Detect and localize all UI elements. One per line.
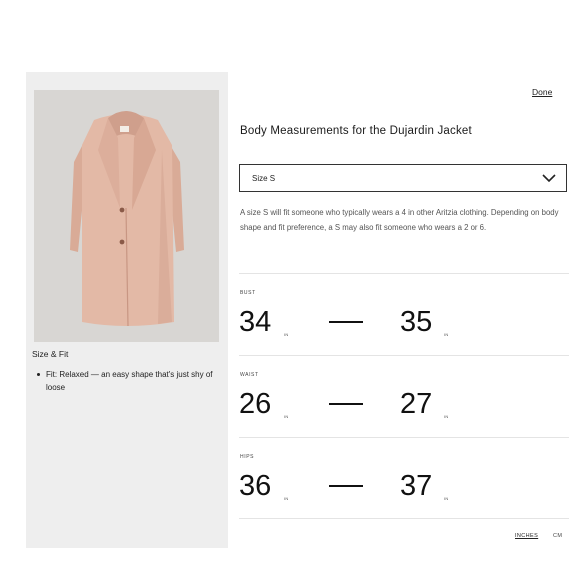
- product-image: [34, 90, 219, 342]
- unit-label: IN: [444, 414, 449, 419]
- fit-list-item: Fit: Relaxed — an easy shape that's just…: [34, 368, 224, 394]
- measurement-label: WAIST: [240, 372, 259, 378]
- bullet-icon: [37, 373, 40, 376]
- measurement-max: 27: [400, 388, 433, 420]
- size-select-value: Size S: [252, 174, 276, 183]
- measurement-min: 34: [239, 306, 272, 338]
- divider: [239, 273, 569, 274]
- unit-toggle-cm[interactable]: CM: [553, 533, 562, 539]
- measurement-label: HIPS: [240, 454, 255, 460]
- unit-label: IN: [284, 496, 289, 501]
- measurement-min: 26: [239, 388, 272, 420]
- divider: [239, 355, 569, 356]
- divider: [239, 518, 569, 519]
- product-info-panel: Size & Fit Fit: Relaxed — an easy shape …: [26, 72, 228, 548]
- measurement-max: 35: [400, 306, 433, 338]
- range-dash: [329, 403, 363, 405]
- chevron-down-icon: [542, 174, 556, 183]
- range-dash: [329, 485, 363, 487]
- measurement-max: 37: [400, 470, 433, 502]
- coat-illustration: [34, 90, 219, 342]
- unit-label: IN: [284, 414, 289, 419]
- unit-label: IN: [444, 332, 449, 337]
- range-dash: [329, 321, 363, 323]
- done-link[interactable]: Done: [532, 87, 552, 97]
- modal-title: Body Measurements for the Dujardin Jacke…: [240, 125, 472, 137]
- size-select[interactable]: Size S: [239, 164, 567, 192]
- size-description: A size S will fit someone who typically …: [240, 208, 559, 232]
- measurement-label: BUST: [240, 290, 256, 296]
- divider: [239, 437, 569, 438]
- fit-list: Fit: Relaxed — an easy shape that's just…: [34, 368, 224, 394]
- size-fit-title: Size & Fit: [32, 349, 69, 359]
- unit-label: IN: [444, 496, 449, 501]
- unit-toggle-inches[interactable]: INCHES: [515, 533, 538, 539]
- measurement-min: 36: [239, 470, 272, 502]
- unit-label: IN: [284, 332, 289, 337]
- fit-item-text: Fit: Relaxed — an easy shape that's just…: [46, 370, 213, 392]
